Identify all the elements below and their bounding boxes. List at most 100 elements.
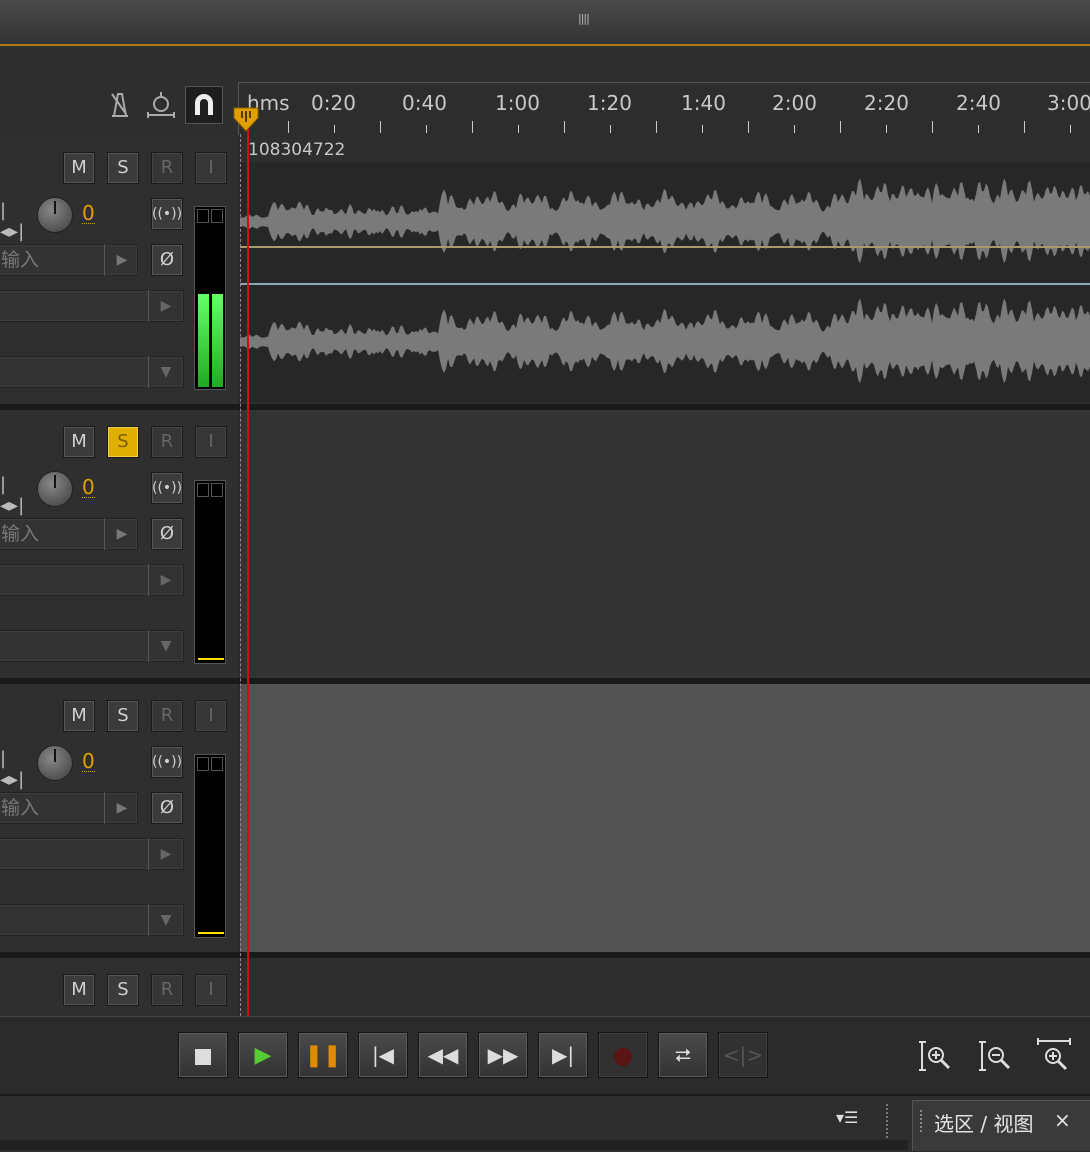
fast-forward-button[interactable]: ▶▶ [478, 1032, 528, 1078]
solo-button[interactable]: S [107, 700, 139, 732]
ruler-tick [932, 121, 933, 133]
chevron-right-icon: ▶ [104, 244, 139, 276]
volume-value[interactable]: 0 [82, 203, 95, 224]
monitor-input-button[interactable]: I [195, 426, 227, 458]
ruler-tick [748, 121, 749, 133]
volume-knob[interactable] [37, 197, 73, 233]
volume-icon: |◂▸| [0, 748, 25, 790]
panel-body [0, 1140, 908, 1150]
play-icon: ▶ [254, 1043, 272, 1068]
mute-button[interactable]: M [63, 974, 95, 1006]
go-to-start-button[interactable]: |◀ [358, 1032, 408, 1078]
loop-icon: ⮂ [675, 1043, 691, 1067]
track-lane-4[interactable] [240, 958, 1090, 1016]
stop-button[interactable] [178, 1032, 228, 1078]
track-lane-1[interactable]: 108304722 [240, 134, 1090, 404]
ruler-tick [978, 125, 979, 133]
ruler-tick [702, 125, 703, 133]
go-to-end-button[interactable]: ▶| [538, 1032, 588, 1078]
chevron-right-icon: ▶ [148, 564, 183, 596]
phase-invert-icon[interactable]: Ø [151, 792, 183, 824]
volume-icon: |◂▸| [0, 200, 25, 242]
mute-button[interactable]: M [63, 700, 95, 732]
grip-icon[interactable]: |||| [578, 12, 594, 25]
zoom-in-amplitude-button[interactable] [918, 1038, 954, 1074]
playhead[interactable] [247, 118, 249, 1016]
monitor-input-button[interactable]: I [195, 974, 227, 1006]
solo-button[interactable]: S [107, 152, 139, 184]
metronome-icon[interactable] [104, 88, 136, 120]
phase-invert-icon[interactable]: Ø [151, 244, 183, 276]
phase-invert-icon[interactable]: Ø [151, 518, 183, 550]
ruler-label: 2:40 [956, 91, 1001, 115]
tab-label: 选区 / 视图 [934, 1112, 1034, 1136]
stop-icon [195, 1048, 211, 1065]
ruler-tick [518, 125, 519, 133]
chevron-down-icon: ▼ [148, 356, 183, 388]
loop-button[interactable]: ⮂ [658, 1032, 708, 1078]
monitor-input-button[interactable]: I [195, 700, 227, 732]
panel-grip-icon[interactable] [886, 1104, 898, 1138]
ruler-label: 2:00 [772, 91, 817, 115]
volume-value[interactable]: 0 [82, 751, 95, 772]
playhead-handle-icon[interactable] [232, 106, 260, 132]
volume-knob[interactable] [37, 745, 73, 781]
volume-value[interactable]: 0 [82, 477, 95, 498]
record-arm-button[interactable]: R [151, 700, 183, 732]
ruler-label: 1:20 [587, 91, 632, 115]
tab-grip-icon [920, 1110, 928, 1132]
clip-indicator [197, 209, 209, 223]
title-bar [0, 0, 1090, 46]
time-ruler[interactable]: hms 0:20 0:40 1:00 1:20 1:40 2:00 2:20 2… [238, 82, 1090, 135]
pause-icon: ❚❚ [304, 1043, 342, 1068]
pause-button[interactable]: ❚❚ [298, 1032, 348, 1078]
mute-button[interactable]: M [63, 152, 95, 184]
zoom-out-amplitude-icon [979, 1041, 1011, 1071]
ruler-tick [472, 121, 473, 133]
close-icon[interactable]: × [1054, 1108, 1071, 1132]
send-icon[interactable]: ((•)) [151, 472, 183, 504]
send-icon[interactable]: ((•)) [151, 746, 183, 778]
track-lane-3[interactable] [240, 684, 1090, 952]
fast-forward-icon: ▶▶ [487, 1043, 519, 1067]
chevron-down-icon: ▼ [148, 630, 183, 662]
clip-indicator [211, 757, 223, 771]
solo-button[interactable]: S [107, 426, 139, 458]
record-arm-button[interactable]: R [151, 426, 183, 458]
record-button[interactable] [598, 1032, 648, 1078]
ruler-label: 0:20 [311, 91, 356, 115]
chevron-down-icon: ▼ [148, 904, 183, 936]
ruler-tick [1070, 125, 1071, 133]
send-icon[interactable]: ((•)) [151, 198, 183, 230]
skip-selection-icon: <|> [722, 1043, 764, 1067]
skip-selection-button[interactable]: <|> [718, 1032, 768, 1078]
ruler-label: 1:40 [681, 91, 726, 115]
chevron-right-icon: ▶ [104, 518, 139, 550]
clip-indicator [211, 209, 223, 223]
ruler-tick [426, 125, 427, 133]
zoom-out-amplitude-button[interactable] [978, 1038, 1014, 1074]
clip-indicator [197, 757, 209, 771]
volume-knob[interactable] [37, 471, 73, 507]
snapping-toggle[interactable] [185, 86, 223, 124]
mute-button[interactable]: M [63, 426, 95, 458]
monitor-input-button[interactable]: I [195, 152, 227, 184]
ruler-tick [288, 121, 289, 133]
chevron-right-icon: ▶ [148, 290, 183, 322]
rewind-icon: ◀◀ [427, 1043, 459, 1067]
magnet-icon [195, 94, 213, 115]
ruler-tick [380, 121, 381, 133]
record-arm-button[interactable]: R [151, 974, 183, 1006]
record-arm-button[interactable]: R [151, 152, 183, 184]
play-button[interactable]: ▶ [238, 1032, 288, 1078]
zoom-in-time-button[interactable] [1036, 1038, 1072, 1074]
panel-menu-icon[interactable]: ▾☰ [836, 1108, 870, 1132]
timeline-snap-icon[interactable] [145, 88, 177, 120]
zoom-in-time-icon [1037, 1038, 1071, 1071]
meter-bar [212, 294, 223, 387]
ruler-tick [656, 121, 657, 133]
solo-button[interactable]: S [107, 974, 139, 1006]
rewind-button[interactable]: ◀◀ [418, 1032, 468, 1078]
clip-boundary [240, 134, 241, 1016]
track-lane-2[interactable] [240, 410, 1090, 678]
